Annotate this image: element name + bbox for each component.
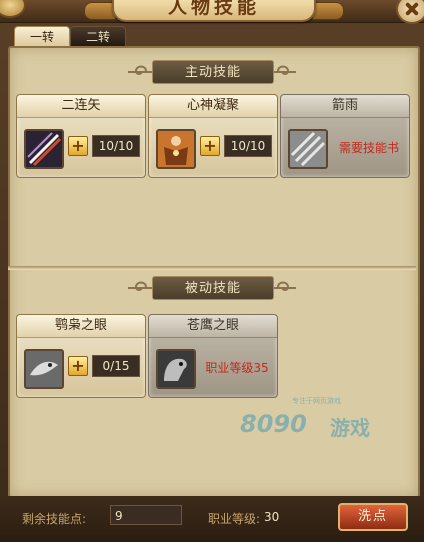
watermark-game: 游戏 [330, 416, 370, 440]
section-divider [8, 266, 416, 270]
watermark-tagline: 专注于网页游戏 [292, 397, 341, 405]
watermark-number: 8090 [240, 410, 307, 438]
skill-level: 10/10 [224, 135, 272, 157]
skill-level: 10/10 [92, 135, 140, 157]
skill-card-owl-eye[interactable]: 鹗枭之眼 + 0/15 [16, 314, 146, 398]
skill-card-double-arrow[interactable]: 二连矢 + 10/10 [16, 94, 146, 178]
skill-name: 二连矢 [17, 95, 145, 118]
swirl-ornament-icon [134, 65, 147, 75]
tab-second-job[interactable]: 二转 [70, 26, 126, 48]
site-watermark-logo: 8090 专注于网页游戏 游戏 [232, 390, 412, 460]
remaining-points-label: 剩余技能点: [22, 512, 87, 526]
passive-skills-heading: 被动技能 [184, 281, 241, 296]
title-ribbon-right [312, 2, 344, 20]
skill-level: 0/15 [92, 355, 140, 377]
title-plate: 人物技能 [112, 0, 316, 22]
title-ornament-icon [0, 0, 26, 18]
owl-eye-icon[interactable] [24, 349, 64, 389]
remaining-points-value: 9 [110, 505, 182, 525]
skill-card-hawk-eye[interactable]: 苍鹰之眼 职业等级35 [148, 314, 278, 398]
swirl-ornament-icon [277, 281, 290, 291]
hawk-eye-icon[interactable] [156, 349, 196, 389]
swirl-ornament-icon [277, 65, 290, 75]
tab-first-job[interactable]: 一转 [14, 26, 70, 47]
swirl-ornament-icon [134, 281, 147, 291]
crossed-arrows-icon[interactable] [24, 129, 64, 169]
active-skills-banner: 主动技能 [128, 60, 296, 84]
active-skills-heading: 主动技能 [184, 65, 241, 80]
meditation-figure-icon[interactable] [156, 129, 196, 169]
arrow-rain-icon[interactable] [288, 129, 328, 169]
passive-skills-banner: 被动技能 [128, 276, 296, 300]
add-point-button[interactable]: + [68, 356, 88, 376]
skill-requirement: 需要技能书 [338, 141, 399, 155]
window-title: 人物技能 [167, 0, 260, 18]
job-level-label: 职业等级: [208, 512, 261, 526]
reset-skills-button[interactable]: 洗点 [338, 503, 408, 531]
skill-name: 箭雨 [281, 95, 409, 118]
title-bar: 人物技能 [0, 0, 424, 23]
add-point-button[interactable]: + [200, 136, 220, 156]
skill-name: 苍鹰之眼 [149, 315, 277, 338]
skill-card-focus[interactable]: 心神凝聚 + 10/10 [148, 94, 278, 178]
add-point-button[interactable]: + [68, 136, 88, 156]
skill-card-arrow-rain[interactable]: 箭雨 需要技能书 [280, 94, 410, 178]
skill-name: 心神凝聚 [149, 95, 277, 118]
job-level-value: 30 [264, 510, 280, 524]
banner-plate: 被动技能 [152, 276, 274, 300]
banner-plate: 主动技能 [152, 60, 274, 84]
skill-name: 鹗枭之眼 [17, 315, 145, 338]
skill-requirement: 职业等级35 [205, 361, 269, 375]
